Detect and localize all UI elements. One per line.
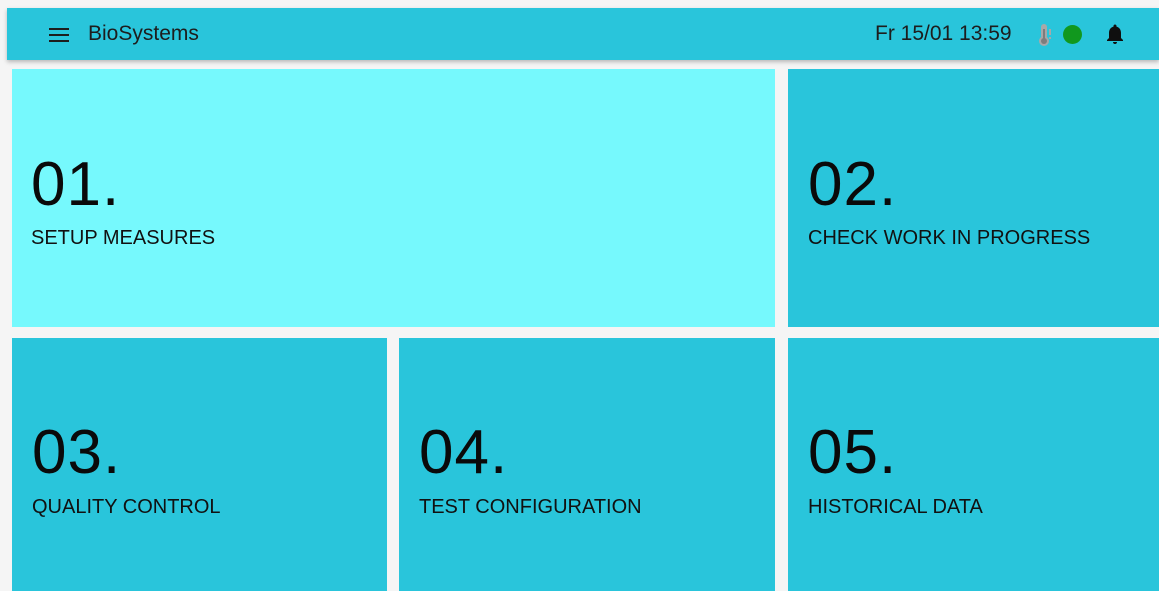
tile-label: HISTORICAL DATA	[808, 496, 983, 518]
tile-test-configuration[interactable]: 04. TEST CONFIGURATION	[399, 338, 775, 591]
tile-label: SETUP MEASURES	[31, 227, 216, 249]
tile-number: 01.	[31, 150, 121, 219]
tile-setup-measures[interactable]: 01. SETUP MEASURES	[12, 69, 775, 327]
tile-number: 05.	[808, 418, 898, 487]
tile-number: 03.	[32, 418, 122, 487]
thermometer-icon	[1039, 24, 1051, 46]
connection-status-icon	[1063, 25, 1082, 44]
tile-number: 04.	[419, 418, 509, 487]
app-bar: BioSystems Fr 15/01 13:59	[7, 8, 1159, 60]
tile-number: 02.	[808, 150, 898, 219]
app-title: BioSystems	[88, 22, 199, 45]
menu-icon[interactable]	[49, 28, 69, 42]
tile-label: TEST CONFIGURATION	[419, 496, 642, 518]
tile-historical-data[interactable]: 05. HISTORICAL DATA	[788, 338, 1159, 591]
tile-label: CHECK WORK IN PROGRESS	[808, 227, 1091, 249]
tile-quality-control[interactable]: 03. QUALITY CONTROL	[12, 338, 387, 591]
app-frame: BioSystems Fr 15/01 13:59 01. SETUP MEAS…	[0, 0, 1159, 591]
date-time: Fr 15/01 13:59	[875, 22, 1012, 45]
tile-check-work-in-progress[interactable]: 02. CHECK WORK IN PROGRESS	[788, 69, 1159, 327]
tile-label: QUALITY CONTROL	[32, 496, 221, 518]
bell-icon[interactable]	[1105, 23, 1125, 45]
